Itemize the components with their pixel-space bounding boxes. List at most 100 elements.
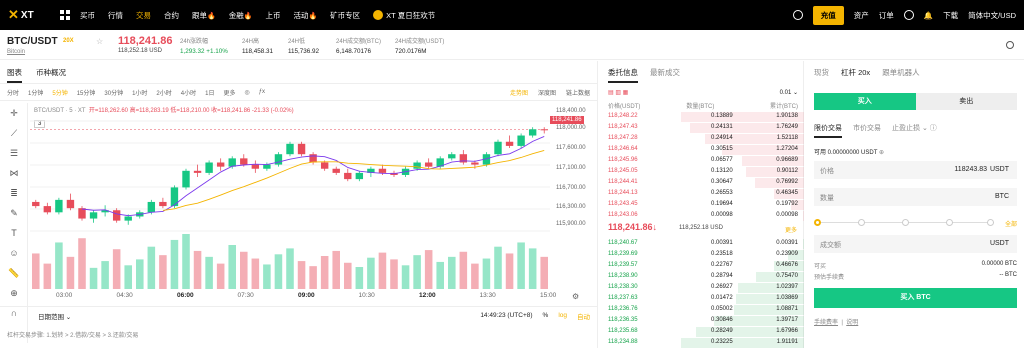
nav-markets[interactable]: 行情 xyxy=(108,10,123,21)
help-link[interactable]: 说明 xyxy=(846,320,858,326)
book-mode-icons[interactable]: ▤ ▥ ▦ xyxy=(608,89,628,99)
tab-stop[interactable]: 止盈止损 ⌄ ⓘ xyxy=(892,123,937,138)
fee-rate-link[interactable]: 手续费率 xyxy=(814,320,838,326)
buy-btc-button[interactable]: 买入 BTC xyxy=(814,288,1017,308)
slider-dot-75[interactable] xyxy=(946,219,953,226)
precision-select[interactable]: 0.01 ⌄ xyxy=(780,89,798,99)
hlines-icon[interactable]: ☰ xyxy=(0,143,28,163)
candlestick-chart[interactable] xyxy=(30,103,552,293)
transfer-icon[interactable]: ⊕ xyxy=(879,150,884,156)
fib-icon[interactable]: ≣ xyxy=(0,183,28,203)
interval-4h[interactable]: 4小时 xyxy=(181,88,196,97)
interval-more[interactable]: 更多 xyxy=(223,88,235,97)
nav-buy-crypto[interactable]: 买币 xyxy=(80,10,95,21)
reset-chart-icon[interactable]: ⚙ xyxy=(572,292,579,301)
bid-row[interactable]: 118,239.69 0.23518 0.23909 xyxy=(599,250,804,260)
nav-trade[interactable]: 交易 xyxy=(136,10,151,21)
user-icon[interactable] xyxy=(903,10,914,20)
bid-row[interactable]: 118,236.76 0.05002 1.08871 xyxy=(599,305,804,315)
ask-row[interactable]: 118,247.28 0.24914 1.52118 xyxy=(599,134,804,144)
settings-gear-icon[interactable] xyxy=(1006,41,1014,49)
bid-row[interactable]: 118,235.68 0.28249 1.67966 xyxy=(599,327,804,337)
view-onchain[interactable]: 链上数据 xyxy=(566,88,590,97)
ask-row[interactable]: 118,243.45 0.19694 0.19792 xyxy=(599,200,804,210)
orders-menu[interactable]: 订单 xyxy=(879,10,894,21)
slider-dot-50[interactable] xyxy=(902,219,909,226)
interval-30m[interactable]: 30分钟 xyxy=(104,88,123,97)
ask-row[interactable]: 118,246.64 0.30515 1.27204 xyxy=(599,145,804,155)
quantity-input[interactable]: 数量 BTC xyxy=(814,188,1017,206)
slider-dot-0[interactable] xyxy=(814,219,821,226)
percent-toggle[interactable]: % xyxy=(543,312,549,319)
view-trend[interactable]: 走势图 xyxy=(510,88,528,97)
nav-listing[interactable]: 上币 xyxy=(265,10,280,21)
ask-row[interactable]: 118,243.06 0.00098 0.00098 xyxy=(599,211,804,221)
indicator-settings-icon[interactable]: ◎ xyxy=(244,89,249,96)
pair-selector[interactable]: BTC/USDT xyxy=(7,36,58,47)
interval-5m[interactable]: 5分钟 xyxy=(52,88,67,97)
buy-side-button[interactable]: 买入 xyxy=(814,93,916,110)
view-depth[interactable]: 深度图 xyxy=(538,88,556,97)
brush-icon[interactable]: ✎ xyxy=(0,203,28,223)
ask-row[interactable]: 118,247.43 0.24131 1.76249 xyxy=(599,123,804,133)
nav-events[interactable]: 活动🔥 xyxy=(293,10,317,21)
ask-row[interactable]: 118,248.22 0.13889 1.90138 xyxy=(599,112,804,122)
ask-row[interactable]: 118,245.05 0.13120 0.90112 xyxy=(599,167,804,177)
download-menu[interactable]: 下载 xyxy=(943,10,958,21)
ask-row[interactable]: 118,244.13 0.26553 0.46345 xyxy=(599,189,804,199)
book-more-link[interactable]: 更多 xyxy=(785,225,797,234)
tab-margin[interactable]: 杠杆 20x xyxy=(841,67,870,78)
favorite-star-icon[interactable]: ☆ xyxy=(96,37,103,46)
tab-latest-trades[interactable]: 最新成交 xyxy=(650,67,680,83)
bid-row[interactable]: 118,238.30 0.26927 1.02397 xyxy=(599,283,804,293)
slider-dot-25[interactable] xyxy=(858,219,865,226)
ruler-icon[interactable]: 📏 xyxy=(0,263,28,283)
tab-spot[interactable]: 现货 xyxy=(814,67,829,78)
interval-15m[interactable]: 15分钟 xyxy=(77,88,96,97)
bid-row[interactable]: 118,238.90 0.28794 0.75470 xyxy=(599,272,804,282)
amount-input[interactable]: 成交额 USDT xyxy=(814,235,1017,253)
interval-1m[interactable]: 1分钟 xyxy=(28,88,43,97)
emoji-icon[interactable]: ☺ xyxy=(0,243,28,263)
nav-copy-trade[interactable]: 跟单🔥 xyxy=(192,10,216,21)
interval-1d[interactable]: 1日 xyxy=(205,88,214,97)
slider-dot-100[interactable] xyxy=(987,219,994,226)
zoom-in-icon[interactable]: ⊕ xyxy=(0,283,28,303)
interval-1h[interactable]: 1小时 xyxy=(132,88,147,97)
percent-slider[interactable] xyxy=(814,218,994,228)
language-currency-menu[interactable]: 简体中文/USD xyxy=(968,10,1016,21)
auto-toggle[interactable]: 自动 xyxy=(577,311,590,321)
nav-mining-zone[interactable]: 矿币专区 xyxy=(330,10,360,21)
recharge-button[interactable]: 充值 xyxy=(812,5,844,25)
bid-row[interactable]: 118,237.63 0.01472 1.03869 xyxy=(599,294,804,304)
text-icon[interactable]: T xyxy=(0,223,28,243)
assets-menu[interactable]: 资产 xyxy=(854,10,869,21)
search-icon[interactable] xyxy=(792,10,803,20)
bid-row[interactable]: 118,236.35 0.30846 1.39717 xyxy=(599,316,804,326)
tab-order-book[interactable]: 委托信息 xyxy=(608,67,638,83)
summer-banner[interactable]: XT 夏日狂欢节 xyxy=(373,10,435,21)
coin-name-link[interactable]: Bitcoin xyxy=(7,49,25,55)
tab-bots[interactable]: 跟单机器人 xyxy=(882,67,920,78)
bid-row[interactable]: 118,234.88 0.23225 1.91191 xyxy=(599,338,804,348)
pattern-icon[interactable]: ⋈ xyxy=(0,163,28,183)
tab-limit[interactable]: 限价交易 xyxy=(814,123,842,138)
tab-market[interactable]: 市价交易 xyxy=(853,123,881,138)
interval-2h[interactable]: 2小时 xyxy=(156,88,171,97)
crosshair-icon[interactable]: ✛ xyxy=(0,103,28,123)
ask-row[interactable]: 118,244.41 0.30647 0.76992 xyxy=(599,178,804,188)
nav-futures[interactable]: 合约 xyxy=(164,10,179,21)
tab-chart[interactable]: 图表 xyxy=(7,67,22,83)
bid-row[interactable]: 118,239.57 0.22767 0.46676 xyxy=(599,261,804,271)
log-toggle[interactable]: log xyxy=(558,312,567,319)
xt-logo[interactable]: ✕ XT xyxy=(8,7,60,23)
interval-timeline[interactable]: 分时 xyxy=(7,88,19,97)
ask-row[interactable]: 118,245.96 0.06577 0.96689 xyxy=(599,156,804,166)
bell-icon[interactable]: 🔔 xyxy=(924,11,933,20)
tab-coin-overview[interactable]: 币种概况 xyxy=(36,67,66,83)
indicator-icon[interactable]: ƒx xyxy=(259,89,265,95)
sell-side-button[interactable]: 卖出 xyxy=(915,93,1017,110)
date-range-button[interactable]: 日期范围 ⌄ xyxy=(38,311,71,321)
app-grid-icon[interactable] xyxy=(60,10,70,20)
nav-finance[interactable]: 金融🔥 xyxy=(229,10,253,21)
